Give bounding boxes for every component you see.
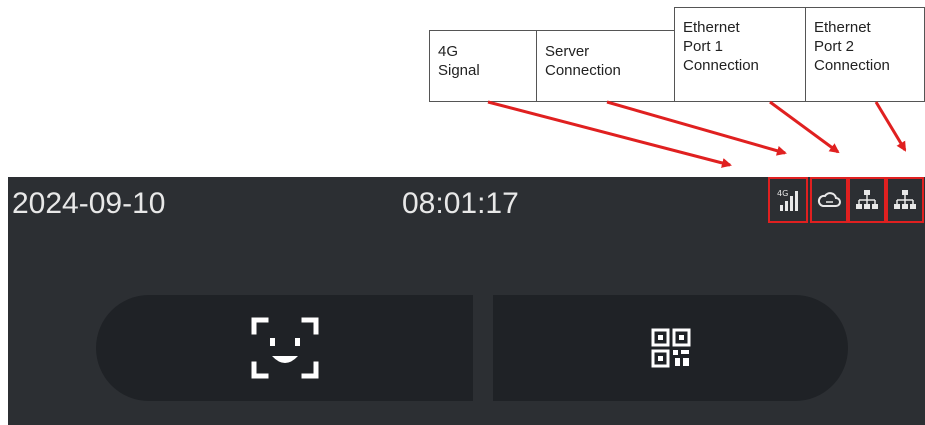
date-display: 2024-09-10 [12,187,166,220]
face-scan-icon [251,317,318,379]
arrow-4g-signal [487,100,732,168]
device-screen: 2024-09-10 08:01:17 4G [8,177,925,425]
annotation-server-connection: Server Connection [536,30,675,102]
annotation-ethernet-port-1: Ethernet Port 1 Connection [674,7,806,102]
qr-code-button[interactable] [493,295,848,401]
face-recognition-button[interactable] [96,295,473,401]
action-bar [96,295,848,401]
qr-code-icon [651,328,690,368]
svg-text:4G: 4G [777,189,788,198]
arrow-ethernet-port-1 [769,100,840,154]
signal-bars-icon: 4G [768,177,808,223]
annotation-4g-signal: 4G Signal [429,30,537,102]
network-icon [848,177,886,223]
arrow-server-connection [606,100,787,156]
annotation-ethernet-port-2: Ethernet Port 2 Connection [805,7,925,102]
arrow-ethernet-port-2 [874,101,907,152]
network-icon [886,177,924,223]
cloud-icon [810,177,848,223]
time-display: 08:01:17 [402,187,519,220]
action-divider [473,295,493,401]
